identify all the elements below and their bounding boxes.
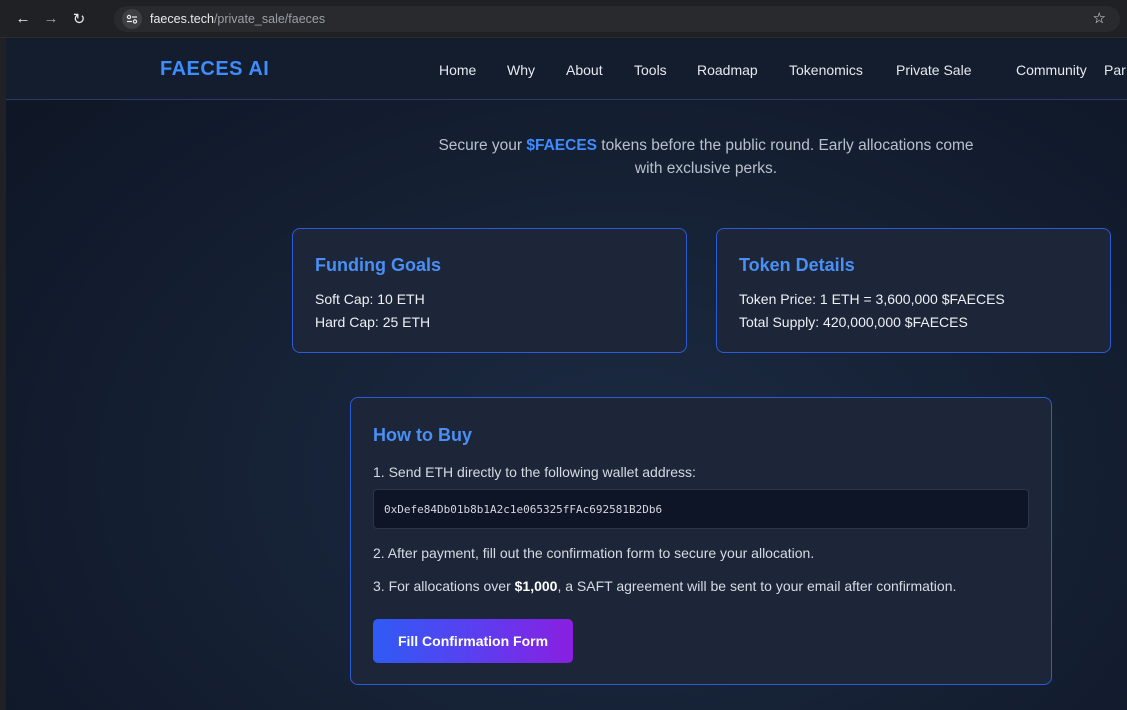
browser-toolbar: ← → ↻ faeces.tech/private_sale/faeces ☆	[0, 0, 1127, 38]
nav-home[interactable]: Home	[439, 62, 476, 78]
intro-prefix: Secure your	[438, 137, 527, 154]
nav-private-sale[interactable]: Private Sale	[896, 62, 971, 78]
site-info-icon[interactable]	[122, 9, 142, 29]
nav-tokenomics[interactable]: Tokenomics	[789, 62, 863, 78]
nav-why[interactable]: Why	[507, 62, 535, 78]
main-nav: Home Why About Tools Roadmap Tokenomics …	[6, 62, 1127, 82]
reload-icon[interactable]: ↻	[68, 8, 90, 30]
nav-partners[interactable]: Par	[1104, 62, 1126, 78]
step-1-text: 1. Send ETH directly to the following wa…	[373, 464, 696, 480]
how-to-buy-card: How to Buy 1. Send ETH directly to the f…	[350, 397, 1052, 685]
site-header: FAECES AI Home Why About Tools Roadmap T…	[6, 38, 1127, 100]
nav-community[interactable]: Community	[1016, 62, 1087, 78]
intro-suffix: tokens before the public round. Early al…	[597, 137, 974, 177]
back-icon[interactable]: ←	[12, 8, 34, 30]
nav-tools[interactable]: Tools	[634, 62, 667, 78]
url-host: faeces.tech	[150, 12, 214, 26]
total-supply-text: Total Supply: 420,000,000 $FAECES	[739, 314, 968, 330]
step-3-text: 3. For allocations over $1,000, a SAFT a…	[373, 578, 956, 594]
funding-goals-title: Funding Goals	[315, 255, 441, 275]
step-3-amount: $1,000	[514, 578, 558, 594]
step-3-suffix: , a SAFT agreement will be sent to your …	[557, 578, 957, 594]
nav-about[interactable]: About	[566, 62, 603, 78]
token-symbol-highlight: $FAECES	[526, 137, 597, 154]
step-3-prefix: 3. For allocations over	[373, 578, 515, 594]
fill-confirmation-form-button[interactable]: Fill Confirmation Form	[373, 619, 573, 663]
token-price-text: Token Price: 1 ETH = 3,600,000 $FAECES	[739, 291, 1005, 307]
wallet-address-field[interactable]: 0xDefe84Db01b8b1A2c1e065325fFAc692581B2D…	[373, 489, 1029, 529]
token-details-title: Token Details	[739, 255, 855, 275]
forward-icon[interactable]: →	[40, 8, 62, 30]
url-path: /private_sale/faeces	[213, 12, 326, 26]
hard-cap-text: Hard Cap: 25 ETH	[315, 314, 431, 330]
nav-roadmap[interactable]: Roadmap	[697, 62, 758, 78]
page-content: FAECES AI Home Why About Tools Roadmap T…	[6, 38, 1127, 710]
intro-text: Secure your $FAECES tokens before the pu…	[426, 134, 986, 180]
address-bar[interactable]: faeces.tech/private_sale/faeces ☆	[114, 6, 1120, 32]
soft-cap-text: Soft Cap: 10 ETH	[315, 291, 425, 307]
token-details-card: Token Details Token Price: 1 ETH = 3,600…	[716, 228, 1111, 353]
how-to-buy-title: How to Buy	[373, 425, 472, 445]
bookmark-star-icon[interactable]: ☆	[1093, 9, 1106, 27]
step-2-text: 2. After payment, fill out the confirmat…	[373, 545, 815, 561]
funding-goals-card: Funding Goals Soft Cap: 10 ETH Hard Cap:…	[292, 228, 687, 353]
